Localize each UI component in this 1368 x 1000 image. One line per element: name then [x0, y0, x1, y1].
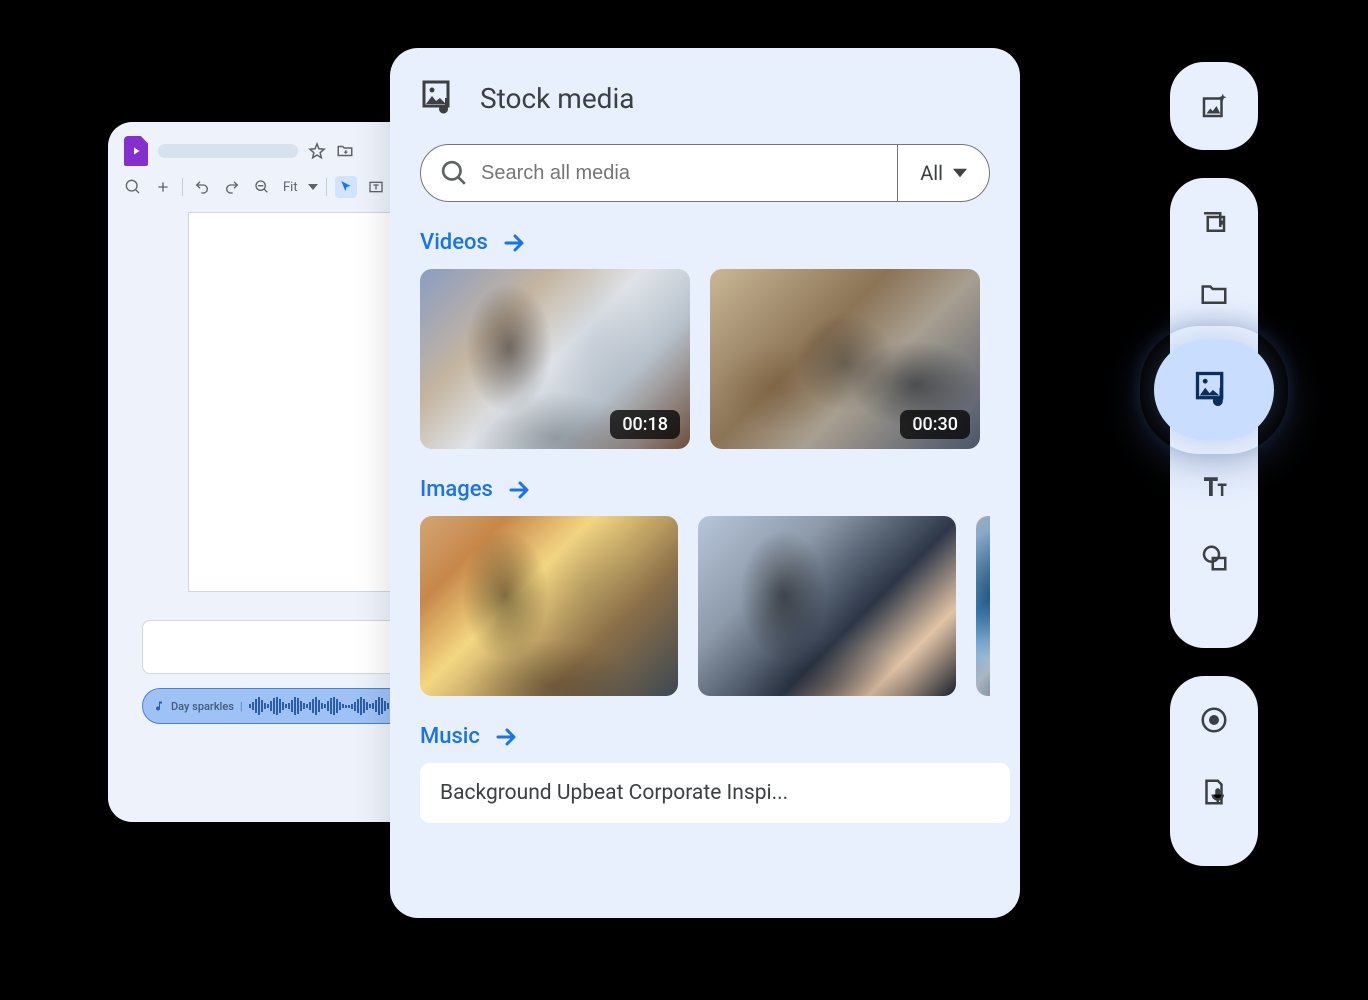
zoom-label[interactable]: Fit — [281, 180, 300, 195]
stock-media-panel: Stock media All Videos 00:18 00:30 Image… — [390, 48, 1020, 918]
audio-track-label: Day sparkles — [171, 700, 234, 713]
arrow-right-icon — [507, 478, 531, 502]
redo-icon[interactable] — [221, 176, 243, 198]
music-note-icon — [153, 700, 165, 712]
videos-label: Videos — [420, 230, 488, 255]
bottom-tool-pill — [1170, 676, 1258, 866]
files-button[interactable] — [1184, 264, 1244, 324]
image-thumbnail[interactable] — [698, 516, 956, 696]
video-thumbnail[interactable]: 00:18 — [420, 269, 690, 449]
arrow-right-icon — [502, 231, 526, 255]
duration-badge: 00:18 — [610, 410, 680, 439]
image-thumbnail-peek[interactable] — [976, 516, 990, 696]
panel-header: Stock media — [420, 78, 990, 118]
music-title: Background Upbeat Corporate Inspi... — [440, 781, 788, 805]
duration-badge: 00:30 — [900, 410, 970, 439]
templates-button[interactable] — [1184, 192, 1244, 252]
filter-dropdown[interactable]: All — [897, 145, 989, 201]
document-icon[interactable] — [124, 136, 148, 166]
search-icon — [441, 160, 467, 186]
search-tool-icon[interactable] — [122, 176, 144, 198]
panel-title: Stock media — [480, 82, 635, 115]
image-sparkle-button[interactable] — [1184, 88, 1244, 124]
play-icon — [130, 145, 142, 157]
stock-media-button[interactable] — [1154, 340, 1274, 440]
images-section-link[interactable]: Images — [420, 477, 990, 502]
add-icon[interactable] — [152, 176, 174, 198]
stock-media-icon — [420, 78, 460, 118]
select-tool-icon[interactable] — [335, 176, 357, 198]
zoom-dropdown-icon[interactable] — [308, 182, 318, 192]
arrow-right-icon — [494, 725, 518, 749]
music-section-link[interactable]: Music — [420, 724, 990, 749]
music-label: Music — [420, 724, 480, 749]
document-title-placeholder[interactable] — [158, 144, 298, 158]
filter-label: All — [920, 161, 943, 185]
search-input[interactable] — [481, 162, 877, 185]
separator — [326, 178, 327, 196]
shapes-button[interactable] — [1184, 528, 1244, 588]
mid-tool-pill — [1170, 178, 1258, 648]
text-button[interactable] — [1184, 456, 1244, 516]
star-icon[interactable] — [308, 142, 326, 160]
chevron-down-icon — [953, 166, 967, 180]
separator — [182, 178, 183, 196]
videos-row: 00:18 00:30 — [420, 269, 990, 449]
voiceover-button[interactable] — [1184, 762, 1244, 822]
music-item[interactable]: Background Upbeat Corporate Inspi... — [420, 763, 1010, 823]
top-tool-pill — [1170, 62, 1258, 150]
move-to-folder-icon[interactable] — [336, 142, 354, 160]
textbox-tool-icon[interactable] — [365, 176, 387, 198]
search-input-wrapper — [421, 145, 897, 201]
images-label: Images — [420, 477, 493, 502]
image-thumbnail[interactable] — [420, 516, 678, 696]
zoom-out-icon[interactable] — [251, 176, 273, 198]
undo-icon[interactable] — [191, 176, 213, 198]
record-button[interactable] — [1184, 690, 1244, 750]
videos-section-link[interactable]: Videos — [420, 230, 990, 255]
images-row — [420, 516, 990, 696]
search-row: All — [420, 144, 990, 202]
video-thumbnail[interactable]: 00:30 — [710, 269, 980, 449]
